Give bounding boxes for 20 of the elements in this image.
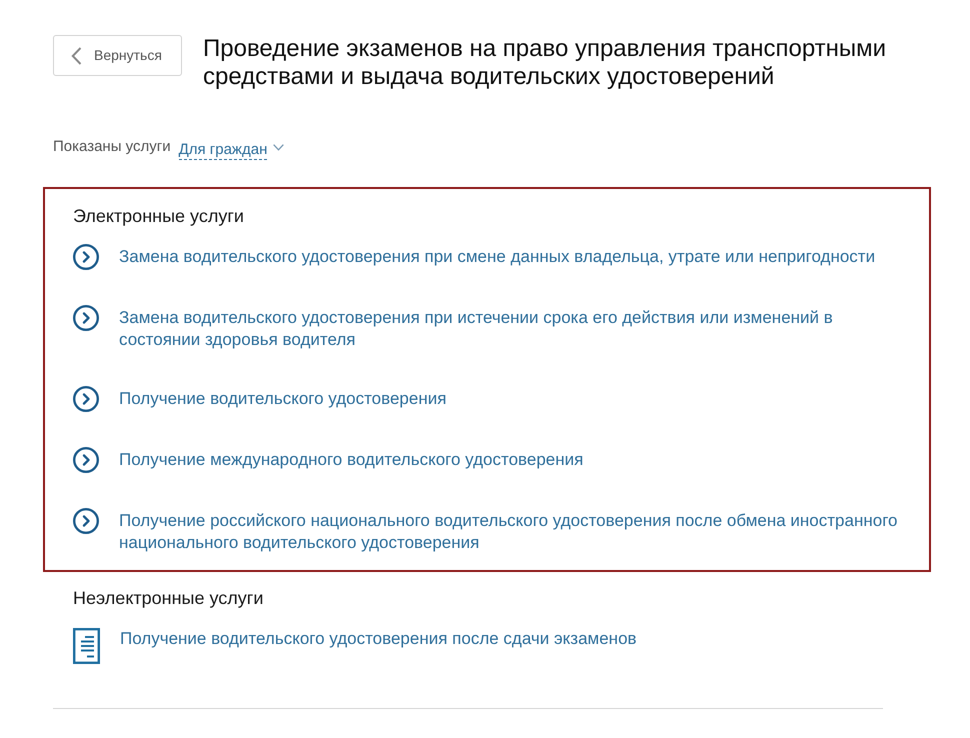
circle-chevron-icon	[73, 447, 99, 473]
section-heading: Электронные услуги	[73, 205, 245, 228]
service-link[interactable]: Получение водительского удостоверения после сдачи экзаменов	[120, 628, 908, 650]
document-icon	[73, 628, 100, 664]
circle-chevron-icon	[73, 244, 99, 270]
filter-dropdown[interactable]: Для граждан	[178, 135, 284, 159]
service-link[interactable]: Замена водительского удостоверения при смене данных владельца, утрате или непригодности	[119, 246, 907, 268]
circle-chevron-icon	[73, 508, 99, 534]
service-link[interactable]: Замена водительского удостоверения при истечении срока его действия или изменений в состоянии здоровья водителя	[119, 307, 907, 351]
circle-chevron-icon	[73, 305, 99, 331]
service-link[interactable]: Получение российского национального водительского удостоверения после обмена иностранного национального водительского удостоверения	[119, 510, 907, 554]
page-title: Проведение экзаменов на право управления транспортными средствами и выдача водительских удостоверений	[203, 35, 888, 91]
section-heading: Неэлектронные услуги	[73, 587, 264, 610]
service-link[interactable]: Получение международного водительского удостоверения	[119, 449, 907, 471]
circle-chevron-icon	[73, 386, 99, 412]
back-button[interactable]: Вернуться	[53, 35, 182, 76]
filter-label: Показаны услуги	[53, 136, 171, 157]
chevron-down-icon	[273, 144, 284, 150]
chevron-left-icon	[71, 46, 82, 64]
service-link[interactable]: Получение водительского удостоверения	[119, 388, 907, 410]
